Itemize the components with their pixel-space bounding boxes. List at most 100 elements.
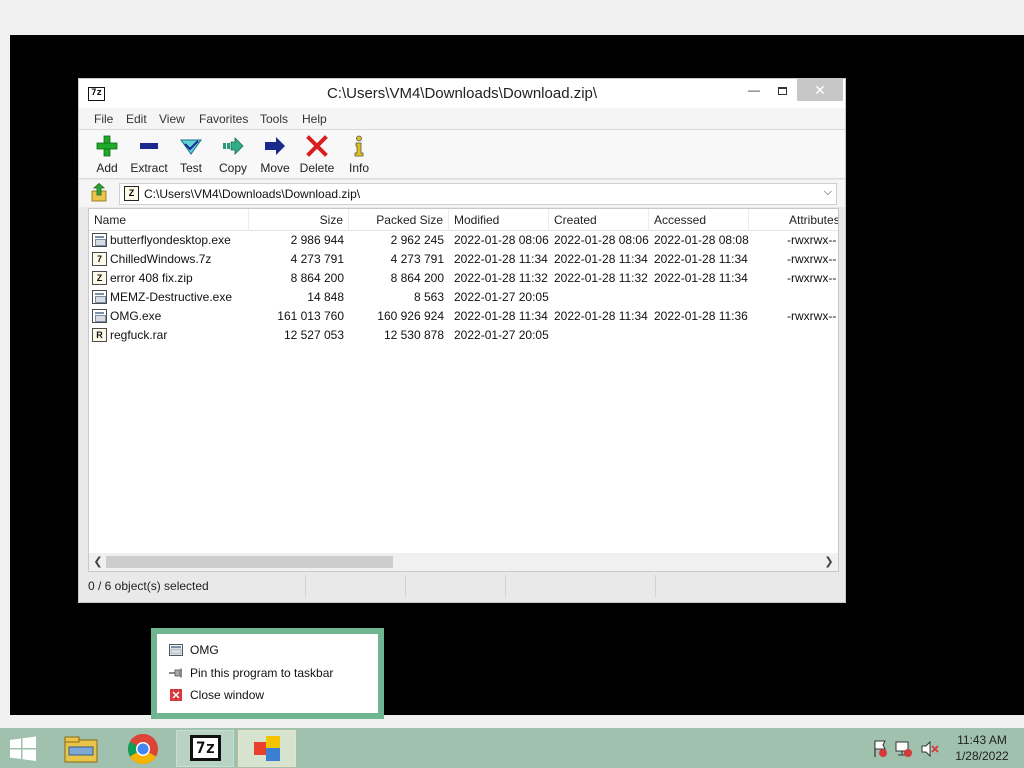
address-bar: Z C:\Users\VM4\Downloads\Download.zip\ ⌵ [79, 180, 845, 207]
test-icon [180, 139, 202, 155]
extract-icon [140, 143, 158, 149]
status-segment [506, 575, 656, 597]
column-accessed[interactable]: Accessed [649, 209, 749, 231]
horizontal-scrollbar[interactable]: ❮ ❯ [89, 553, 838, 571]
close-button[interactable]: ✕ [797, 79, 843, 101]
status-bar: 0 / 6 object(s) selected [88, 575, 839, 597]
file-name: error 408 fix.zip [110, 271, 193, 285]
extract-label: Extract [130, 161, 168, 175]
file-row[interactable]: OMG.exe 161 013 760 160 926 924 2022-01-… [89, 307, 838, 326]
column-attributes[interactable]: Attributes [784, 209, 838, 231]
jump-item-pin[interactable]: Pin this program to taskbar [157, 662, 378, 684]
delete-button[interactable]: Delete [295, 133, 339, 177]
action-center-flag-icon[interactable] [874, 740, 887, 757]
file-accessed: 2022-01-28 11:36 [654, 309, 748, 323]
file-accessed [649, 326, 749, 345]
file-row[interactable]: butterflyondesktop.exe 2 986 944 2 962 2… [89, 231, 838, 250]
file-attributes: -rwxrwx-- [787, 309, 837, 323]
menu-file[interactable]: File [94, 112, 113, 126]
extract-button[interactable]: Extract [127, 133, 171, 177]
column-created[interactable]: Created [549, 209, 649, 231]
file-created: 2022-01-28 11:34 [554, 252, 648, 266]
clock-time[interactable]: 11:43 AM [948, 733, 1016, 747]
taskbar-7zip[interactable]: 7z [176, 730, 234, 767]
chevron-down-icon[interactable]: ⌵ [824, 186, 832, 199]
file-modified: 2022-01-28 11:32 [454, 271, 548, 285]
jump-item-close[interactable]: Close window [157, 684, 378, 706]
window-title: C:\Users\VM4\Downloads\Download.zip\ [326, 85, 598, 102]
taskbar: 7z 11:43 AM 1/28/2022 [0, 728, 1024, 768]
jump-item-pin-label: Pin this program to taskbar [190, 666, 334, 680]
copy-button[interactable]: Copy [211, 133, 255, 177]
move-icon [265, 137, 285, 155]
taskbar-omg[interactable] [238, 730, 296, 767]
system-tray [868, 738, 948, 760]
file-row[interactable]: MEMZ-Destructive.exe 14 848 8 563 2022-0… [89, 288, 838, 307]
tray-icons [874, 740, 939, 758]
file-name: ChilledWindows.7z [110, 252, 212, 266]
menu-help[interactable]: Help [302, 112, 327, 126]
address-field[interactable]: Z C:\Users\VM4\Downloads\Download.zip\ ⌵ [119, 183, 837, 205]
menu-view[interactable]: View [159, 112, 185, 126]
taskbar-chrome[interactable] [114, 730, 172, 767]
column-name[interactable]: Name [89, 209, 249, 231]
title-bar[interactable]: C:\Users\VM4\Downloads\Download.zip\ 7z … [79, 79, 845, 108]
file-attributes: -rwxrwx-- [787, 252, 837, 266]
move-label: Move [260, 161, 290, 175]
file-size: 8 864 200 [290, 271, 344, 285]
menu-edit[interactable]: Edit [126, 112, 147, 126]
status-segment [406, 575, 506, 597]
column-size[interactable]: Size [249, 209, 349, 231]
add-button[interactable]: Add [85, 133, 129, 177]
column-packed-size[interactable]: Packed Size [349, 209, 449, 231]
sevenzip-app-icon[interactable]: 7z [88, 87, 105, 101]
file-packed-size: 8 864 200 [390, 271, 444, 285]
taskbar-file-explorer[interactable] [52, 730, 110, 767]
file-size: 12 527 053 [283, 328, 344, 342]
test-button[interactable]: Test [169, 133, 213, 177]
file-packed-size: 12 530 878 [383, 328, 444, 342]
network-icon[interactable] [895, 741, 912, 757]
file-name: butterflyondesktop.exe [110, 233, 231, 247]
add-icon [96, 135, 118, 157]
menu-tools[interactable]: Tools [260, 112, 288, 126]
zip-archive-icon: Z [124, 186, 139, 201]
info-button[interactable]: Info [337, 133, 381, 177]
scrollbar-thumb[interactable] [106, 556, 393, 568]
volume-muted-icon[interactable] [921, 740, 939, 758]
jump-item-omg[interactable]: OMG [157, 639, 378, 661]
file-row[interactable]: 7 ChilledWindows.7z 4 273 791 4 273 791 … [89, 250, 838, 269]
minimize-button[interactable]: — [741, 79, 767, 101]
file-row[interactable]: Z error 408 fix.zip 8 864 200 8 864 200 … [89, 269, 838, 288]
copy-label: Copy [218, 161, 247, 175]
zip-archive-icon-glyph: Z [128, 188, 135, 198]
file-name: MEMZ-Destructive.exe [110, 290, 233, 304]
file-modified: 2022-01-27 20:05 [454, 290, 549, 304]
scroll-left-icon[interactable]: ❮ [91, 555, 105, 569]
info-icon [354, 135, 364, 157]
list-header: Name Size Packed Size Modified Created A… [89, 209, 838, 231]
file-explorer-icon [64, 736, 98, 763]
status-segment [306, 575, 406, 597]
screen-top-strip [0, 0, 1024, 35]
chrome-icon [127, 733, 158, 765]
file-name: regfuck.rar [110, 328, 168, 342]
start-button[interactable] [8, 736, 38, 762]
file-name: OMG.exe [110, 309, 162, 323]
info-label: Info [348, 161, 369, 175]
file-accessed: 2022-01-28 11:34 [654, 252, 748, 266]
exe-file-icon [169, 644, 183, 656]
move-button[interactable]: Move [253, 133, 297, 177]
column-modified[interactable]: Modified [449, 209, 549, 231]
pin-icon [169, 668, 182, 678]
add-label: Add [96, 161, 118, 175]
close-window-icon [170, 689, 182, 701]
maximize-button[interactable] [769, 79, 795, 101]
menu-favorites[interactable]: Favorites [199, 112, 248, 126]
file-attributes: -rwxrwx-- [787, 271, 837, 285]
file-accessed: 2022-01-28 08:08 [654, 233, 749, 247]
scroll-right-icon[interactable]: ❯ [822, 555, 836, 569]
clock-date[interactable]: 1/28/2022 [948, 749, 1016, 763]
up-folder-button[interactable] [89, 182, 111, 203]
file-row[interactable]: R regfuck.rar 12 527 053 12 530 878 2022… [89, 326, 838, 345]
